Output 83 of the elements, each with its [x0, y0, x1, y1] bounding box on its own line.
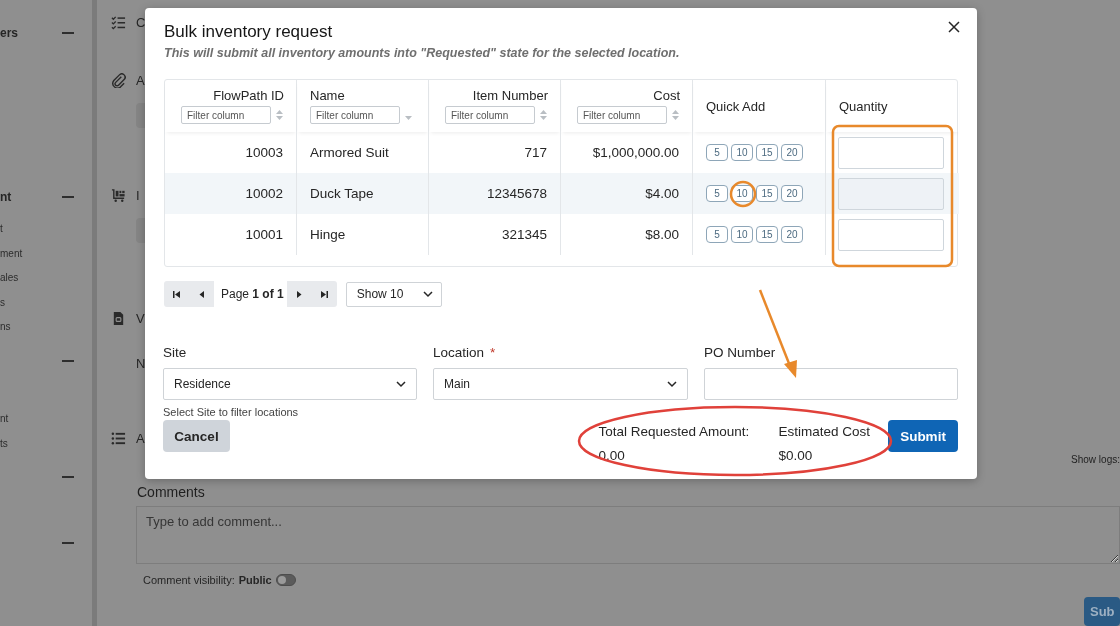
page-indicator: Page 1 of 1 [214, 281, 287, 307]
filter-field[interactable]: Filter column [310, 106, 400, 124]
document-icon [111, 310, 126, 326]
quick-add-button[interactable]: 10 [731, 144, 753, 161]
quick-add-button[interactable]: 15 [756, 185, 778, 202]
column-header: FlowPath ID [213, 88, 284, 103]
field-label: PO Number [704, 345, 776, 360]
list-icon [111, 430, 126, 446]
select-field[interactable]: Main [433, 368, 688, 400]
filter-field[interactable]: Filter column [445, 106, 535, 124]
field-label: Location [433, 345, 485, 360]
table-cell: 321345 [429, 214, 561, 255]
section-title: C [136, 14, 146, 30]
quick-add-button[interactable]: 20 [781, 185, 803, 202]
quantity-field[interactable] [838, 177, 944, 210]
required-mark: * [490, 345, 496, 360]
sidebar-item[interactable]: ns [0, 315, 92, 340]
table-cell: 10002 [165, 173, 297, 214]
quick-add-button[interactable]: 10 [731, 226, 753, 243]
quantity-field[interactable] [838, 218, 944, 251]
sidebar-item[interactable]: ment [0, 241, 92, 266]
field-label: Site [163, 345, 187, 360]
comment-field[interactable]: Type to add comment... [136, 506, 1120, 564]
section-title: nt [0, 190, 12, 204]
quick-add-button[interactable]: 15 [756, 144, 778, 161]
page-size-select[interactable]: Show 10 [345, 281, 442, 307]
sidebar-item[interactable]: s [0, 290, 92, 315]
sort-icon[interactable] [671, 109, 680, 121]
dialog-subtitle: This will submit all inventory amounts into "Requested" state for the selected location. [164, 46, 681, 60]
filter-field[interactable]: Filter column [577, 106, 667, 124]
column-header: Item Number [472, 88, 548, 103]
section-title: N [136, 355, 146, 371]
sort-icon[interactable] [539, 109, 548, 121]
chevron-down-icon [422, 290, 433, 298]
sidebar-item[interactable]: nt [0, 407, 92, 432]
visibility-label: Comment visibility: [143, 574, 235, 586]
cancel-button[interactable]: Cancel [163, 420, 230, 452]
chevron-down-icon [396, 380, 406, 388]
section-title: A [136, 430, 145, 446]
input-field[interactable] [704, 368, 958, 400]
checklist-icon [111, 14, 126, 30]
section-title: A [136, 72, 145, 88]
filter-field[interactable]: Filter column [181, 106, 271, 124]
sort-icon[interactable] [275, 109, 284, 121]
column-header: Cost [653, 88, 680, 103]
comments-label: Comments [137, 484, 206, 500]
table-cell: 12345678 [429, 173, 561, 214]
total-value: $0.00 [778, 448, 814, 463]
close-icon[interactable] [947, 20, 961, 34]
paperclip-icon [111, 72, 126, 88]
column-header: Quantity [839, 98, 889, 114]
section-title: ers [0, 26, 19, 40]
quick-add-button[interactable]: 5 [706, 226, 728, 243]
show-logs-label: Show logs: [1071, 454, 1120, 465]
sidebar-item[interactable]: ales [0, 266, 92, 291]
visibility-toggle[interactable] [275, 574, 296, 586]
quick-add-button[interactable]: 15 [756, 226, 778, 243]
helper-text: Select Site to filter locations [163, 406, 300, 418]
total-label: Total Requested Amount: [598, 424, 751, 439]
column-header: Quick Add [706, 98, 767, 114]
quantity-field[interactable] [838, 136, 944, 169]
cart-icon [111, 187, 126, 203]
submit-button[interactable]: Submit [888, 420, 958, 452]
quick-add-button[interactable]: 5 [706, 185, 728, 202]
chevron-down-icon [667, 380, 677, 388]
quick-add-button[interactable]: 20 [781, 144, 803, 161]
quick-add-button[interactable]: 5 [706, 144, 728, 161]
section-title: V [136, 310, 145, 326]
table-cell: $8.00 [561, 214, 693, 255]
section-title: I [136, 187, 140, 203]
quick-add-button[interactable]: 20 [781, 226, 803, 243]
select-field[interactable]: Residence [163, 368, 417, 400]
dialog-title: Bulk inventory request [164, 22, 333, 42]
sidebar-item[interactable]: t [0, 217, 92, 242]
sidebar-item[interactable]: ts [0, 431, 92, 456]
total-label: Estimated Cost [778, 424, 870, 439]
submit-button[interactable]: Sub [1084, 597, 1120, 626]
column-header: Name [310, 88, 346, 103]
table-cell: 10001 [165, 214, 297, 255]
visibility-value: Public [238, 574, 272, 586]
table-cell: Hinge [297, 214, 429, 255]
table-cell: Duck Tape [297, 173, 429, 214]
table-cell: $4.00 [561, 173, 693, 214]
